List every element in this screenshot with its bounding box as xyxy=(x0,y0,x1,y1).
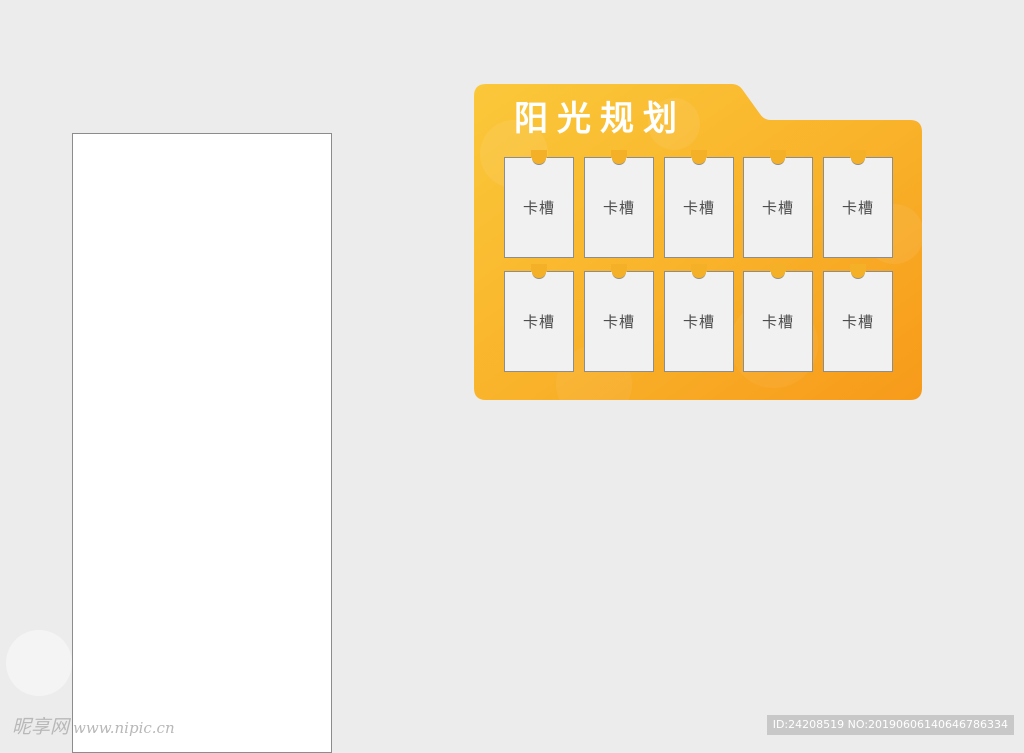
slot-label: 卡槽 xyxy=(841,313,874,331)
card-slot: 卡槽 xyxy=(584,150,654,258)
watermark-id: ID:24208519 NO:20190606140646786334 xyxy=(766,715,1014,735)
blank-panel xyxy=(72,133,332,753)
card-slot: 卡槽 xyxy=(664,264,734,372)
card-slot: 卡槽 xyxy=(743,264,813,372)
slot-label: 卡槽 xyxy=(841,199,874,217)
decorative-circle xyxy=(6,630,72,696)
slot-label: 卡槽 xyxy=(522,199,555,217)
card-slot: 卡槽 xyxy=(823,264,893,372)
watermark-logo-text: 昵享网 xyxy=(12,716,70,738)
card-slot: 卡槽 xyxy=(743,150,813,258)
slot-label: 卡槽 xyxy=(602,199,635,217)
slot-label: 卡槽 xyxy=(761,313,794,331)
card-slot: 卡槽 xyxy=(584,264,654,372)
board-title: 阳光规划 xyxy=(514,99,686,139)
sunshine-planning-board: 阳光规划 卡槽 卡槽 卡槽 卡槽 卡槽 卡槽 卡槽 卡槽 卡槽 卡槽 xyxy=(474,84,922,400)
card-slot: 卡槽 xyxy=(664,150,734,258)
card-slot: 卡槽 xyxy=(823,150,893,258)
watermark-site: www.nipic.cn xyxy=(73,719,175,737)
slot-label: 卡槽 xyxy=(602,313,635,331)
slot-label: 卡槽 xyxy=(761,199,794,217)
card-slot: 卡槽 xyxy=(504,150,574,258)
slot-label: 卡槽 xyxy=(682,313,715,331)
card-slot: 卡槽 xyxy=(504,264,574,372)
slot-label: 卡槽 xyxy=(682,199,715,217)
watermark-logo: 昵享网 www.nipic.cn xyxy=(12,712,175,739)
slot-label: 卡槽 xyxy=(522,313,555,331)
